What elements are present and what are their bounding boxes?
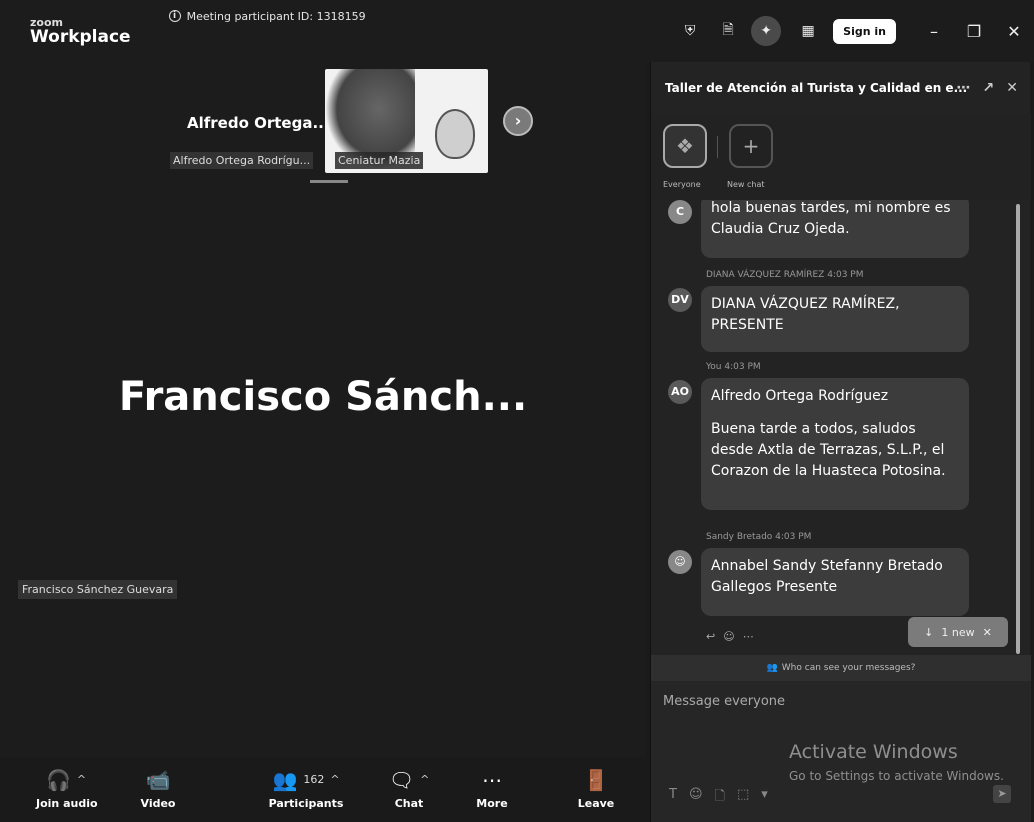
close-icon[interactable]: ✕ <box>983 626 992 639</box>
people-icon: 👥 <box>766 663 778 673</box>
join-audio-label: Join audio <box>36 797 98 810</box>
leave-button[interactable]: 🚪 Leave <box>576 765 616 810</box>
message-sender-line: Alfredo Ortega Rodríguez <box>711 388 889 404</box>
new-messages-pill[interactable]: ↓ 1 new ✕ <box>908 617 1008 647</box>
more-icon[interactable]: ⋯ <box>743 630 754 643</box>
thumbnail2-name-tag: Ceniatur Mazia <box>335 152 424 169</box>
logo-workplace-text: Workplace <box>30 26 131 47</box>
tab-new-chat[interactable]: + <box>729 124 773 168</box>
headphones-icon: 🎧 <box>45 768 71 792</box>
chat-label: Chat <box>394 797 424 810</box>
plus-icon: + <box>742 134 760 158</box>
message-bubble[interactable]: Annabel Sandy Stefanny Bretado Gallegos … <box>701 548 969 616</box>
close-icon[interactable]: ✕ <box>994 22 1034 41</box>
video-off-icon: 📹 <box>145 768 171 792</box>
arrow-down-icon: ↓ <box>924 625 934 639</box>
meeting-id-label: Meeting participant ID: 1318159 <box>186 9 366 23</box>
thumbnail-participant-name[interactable]: Alfredo Ortega... <box>187 114 330 132</box>
video-stage: Alfredo Ortega... Alfredo Ortega Rodrígu… <box>0 62 646 757</box>
message-bubble[interactable]: hola buenas tardes, mi nombre es Claudia… <box>701 200 969 258</box>
message-meta: You 4:03 PM <box>706 362 761 372</box>
screenshot-icon[interactable]: ⬚ <box>737 787 749 809</box>
meeting-info[interactable]: i Meeting participant ID: 1318159 <box>168 9 366 23</box>
message-body: Buena tarde a todos, saludos desde Axtla… <box>711 421 946 479</box>
message-input[interactable] <box>663 694 1003 709</box>
close-chat-icon[interactable]: ✕ <box>1006 80 1018 96</box>
notes-icon[interactable]: 🗎 <box>717 20 739 42</box>
participants-label: Participants <box>268 797 344 810</box>
chevron-down-icon[interactable]: ▾ <box>761 787 768 809</box>
tab-everyone[interactable]: ❖ <box>663 124 707 168</box>
compose-toolbar: T ☺ 🗋 ⬚ ▾ <box>669 787 768 809</box>
chat-scrollbar[interactable] <box>1016 204 1020 654</box>
meeting-controls: 🎧 ^ Join audio 📹 Video 👥 162 ^ Participants… <box>0 757 646 822</box>
tab-everyone-label: Everyone <box>663 180 701 189</box>
participants-button[interactable]: 👥 162 ^ Participants <box>256 765 356 810</box>
chat-icon: 🗨 <box>388 768 415 792</box>
send-button[interactable]: ➤ <box>993 785 1011 803</box>
who-can-see-label: Who can see your messages? <box>781 663 916 673</box>
file-icon[interactable]: 🗋 <box>715 787 725 809</box>
leave-label: Leave <box>577 797 615 810</box>
new-messages-label: 1 new <box>941 625 975 639</box>
ai-companion-icon[interactable]: ✦ <box>751 16 782 46</box>
message-meta: DIANA VÁZQUEZ RAMÍREZ 4:03 PM <box>706 270 864 280</box>
tab-new-chat-label: New chat <box>727 180 765 189</box>
emoji-icon[interactable]: ☺ <box>689 787 703 809</box>
titlebar-actions: ⛨ 🗎 ✦ ▦ Sign in – ❐ ✕ <box>663 0 1034 62</box>
participants-icon: 👥 <box>272 768 298 792</box>
compose-area: Activate Windows Go to Settings to activ… <box>651 681 1031 822</box>
restore-icon[interactable]: ❐ <box>954 22 994 41</box>
grid-view-icon[interactable]: ▦ <box>797 20 819 42</box>
shield-icon[interactable]: ⛨ <box>679 20 701 42</box>
chat-tabs: ❖ + Everyone New chat <box>651 114 1031 200</box>
avatar: ☺ <box>668 550 692 574</box>
chat-button[interactable]: 🗨 ^ Chat <box>384 765 434 810</box>
next-page-button[interactable]: › <box>503 106 533 136</box>
reply-icon[interactable]: ↩ <box>706 630 715 643</box>
activate-windows-subtext: Go to Settings to activate Windows. <box>789 769 1004 783</box>
more-button[interactable]: ⋯ More <box>472 765 512 810</box>
chat-title: Taller de Atención al Turista y Calidad … <box>665 81 968 95</box>
message-bubble[interactable]: DIANA VÁZQUEZ RAMÍREZ, PRESENTE <box>701 286 969 352</box>
video-button[interactable]: 📹 Video <box>138 765 178 810</box>
mascot-image <box>435 109 475 159</box>
avatar: DV <box>668 288 692 312</box>
speaker-name-tag: Francisco Sánchez Guevara <box>18 580 178 599</box>
paw-icon: ❖ <box>676 134 694 158</box>
message-actions: ↩ ☺ ⋯ <box>706 630 754 643</box>
more-label: More <box>476 797 508 810</box>
message-bubble[interactable]: Alfredo Ortega Rodríguez Buena tarde a t… <box>701 378 969 510</box>
chevron-up-icon[interactable]: ^ <box>77 765 86 795</box>
message-meta: Sandy Bretado 4:03 PM <box>706 532 812 542</box>
format-text-icon[interactable]: T <box>669 787 677 809</box>
leave-icon: 🚪 <box>583 768 609 792</box>
avatar: C <box>668 200 692 224</box>
chat-header: Taller de Atención al Turista y Calidad … <box>651 62 1030 114</box>
page-indicator <box>310 180 348 183</box>
info-icon: i <box>168 10 181 22</box>
zoom-logo: zoom Workplace <box>30 17 131 46</box>
join-audio-button[interactable]: 🎧 ^ Join audio <box>36 765 98 810</box>
title-bar: zoom Workplace i Meeting participant ID:… <box>0 0 1034 62</box>
chevron-up-icon[interactable]: ^ <box>420 765 429 795</box>
tab-divider <box>717 136 718 158</box>
chat-panel: Taller de Atención al Turista y Calidad … <box>650 62 1031 822</box>
logo-zoom-text: zoom <box>30 15 63 29</box>
emoji-icon[interactable]: ☺ <box>723 630 734 643</box>
video-label: Video <box>140 797 176 810</box>
active-speaker-name: Francisco Sánch... <box>118 374 528 420</box>
activate-windows-watermark: Activate Windows <box>789 741 958 763</box>
minimize-icon[interactable]: – <box>914 22 954 41</box>
thumbnail-name-tag: Alfredo Ortega Rodrígu... <box>170 152 314 169</box>
more-options-icon[interactable]: ⋯ <box>957 80 971 96</box>
sign-in-button[interactable]: Sign in <box>833 18 896 44</box>
popout-icon[interactable]: ↗ <box>983 80 995 96</box>
more-icon: ⋯ <box>482 768 502 792</box>
participants-count: 162 <box>303 773 325 786</box>
chevron-up-icon[interactable]: ^ <box>330 765 339 795</box>
message-visibility-info[interactable]: 👥 Who can see your messages? <box>651 655 1031 681</box>
avatar: AO <box>668 380 692 404</box>
message-list: C hola buenas tardes, mi nombre es Claud… <box>651 200 1031 655</box>
